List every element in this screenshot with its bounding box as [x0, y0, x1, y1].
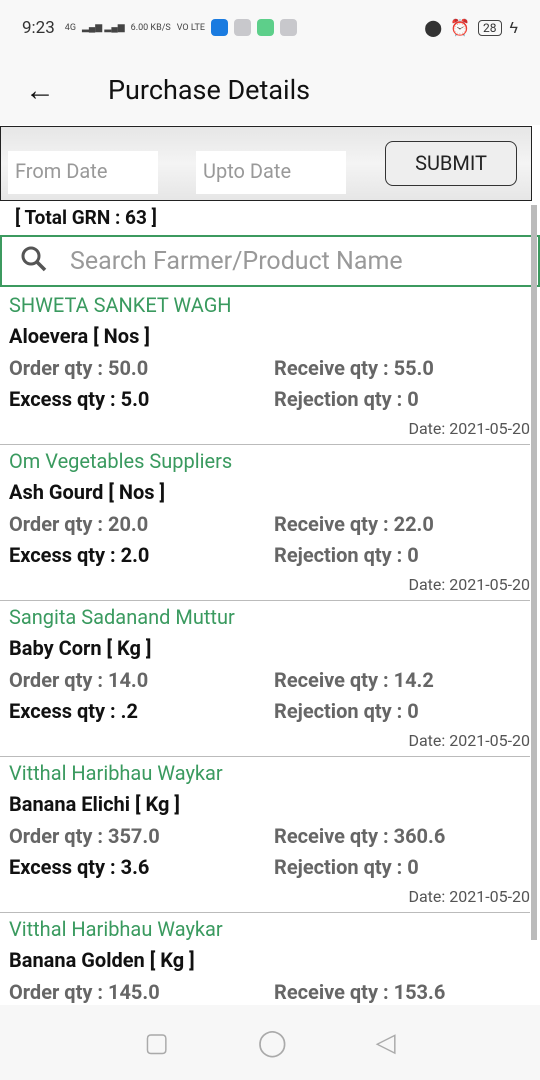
notification-icon — [233, 19, 251, 36]
farmer-name: Sangita Sadanand Muttur — [9, 605, 235, 629]
farmer-name: SHWETA SANKET WAGH — [9, 293, 232, 317]
alarm-icon: ⏰ — [450, 18, 471, 37]
farmer-name: Vitthal Haribhau Waykar — [9, 761, 223, 785]
signal-icon: ▂▄▆ ▂▄▆ — [81, 23, 125, 33]
search-input[interactable]: Search Farmer/Product Name — [0, 235, 540, 287]
search-placeholder: Search Farmer/Product Name — [70, 246, 403, 276]
rejection-qty: Rejection qty : 0 — [274, 543, 419, 567]
product-name: Banana Golden [ Kg ] — [9, 948, 195, 972]
farmer-name: Om Vegetables Suppliers — [9, 449, 233, 473]
rejection-qty: Rejection qty : 0 — [274, 855, 419, 879]
product-name: Baby Corn [ Kg ] — [9, 636, 152, 660]
app-bar: ← Purchase Details — [0, 55, 540, 125]
app-icon — [256, 19, 274, 36]
network-label: 4G — [64, 22, 76, 33]
back-icon[interactable]: ◁ — [376, 1028, 396, 1058]
usb-icon — [210, 19, 228, 36]
receive-qty: Receive qty : 360.6 — [274, 824, 446, 848]
purchase-list: SHWETA SANKET WAGH Aloevera [ Nos ] Orde… — [0, 289, 530, 1069]
system-nav-bar: ▢ ◯ ◁ — [0, 1005, 540, 1080]
page-title: Purchase Details — [108, 74, 311, 106]
home-icon[interactable]: ◯ — [258, 1028, 287, 1058]
status-bar: 9:23 4G ▂▄▆ ▂▄▆ 6.00 KB/S VO LTE ⬤ ⏰ 28 … — [0, 0, 540, 55]
order-qty: Order qty : 145.0 — [9, 980, 160, 1004]
farmer-name: Vitthal Haribhau Waykar — [9, 917, 223, 941]
submit-button[interactable]: SUBMIT — [385, 141, 517, 186]
excess-qty: Excess qty : .2 — [9, 699, 138, 723]
upto-date-input[interactable]: Upto Date — [196, 151, 346, 194]
location-icon: ⬤ — [424, 18, 443, 37]
rejection-qty: Rejection qty : 0 — [274, 699, 419, 723]
product-name: Aloevera [ Nos ] — [9, 324, 150, 348]
date-label: Date: 2021-05-20 — [408, 575, 530, 594]
clock: 9:23 — [22, 17, 55, 38]
receive-qty: Receive qty : 14.2 — [274, 668, 434, 692]
date-label: Date: 2021-05-20 — [408, 731, 530, 750]
list-item[interactable]: Om Vegetables Suppliers Ash Gourd [ Nos … — [0, 445, 530, 601]
date-label: Date: 2021-05-20 — [408, 419, 530, 438]
total-grn: [ Total GRN : 63 ] — [15, 206, 157, 229]
product-name: Ash Gourd [ Nos ] — [9, 480, 166, 504]
excess-qty: Excess qty : 2.0 — [9, 543, 150, 567]
speed-label: 6.00 KB/S — [130, 22, 171, 33]
scrollbar[interactable] — [531, 205, 537, 940]
order-qty: Order qty : 357.0 — [9, 824, 160, 848]
order-qty: Order qty : 14.0 — [9, 668, 149, 692]
receive-qty: Receive qty : 153.6 — [274, 980, 446, 1004]
from-date-input[interactable]: From Date — [8, 151, 158, 194]
date-label: Date: 2021-05-20 — [408, 887, 530, 906]
receive-qty: Receive qty : 55.0 — [274, 356, 434, 380]
product-name: Banana Elichi [ Kg ] — [9, 792, 180, 816]
excess-qty: Excess qty : 5.0 — [9, 387, 150, 411]
back-arrow-icon[interactable]: ← — [0, 73, 80, 108]
battery-icon: 28 — [478, 19, 502, 36]
order-qty: Order qty : 20.0 — [9, 512, 149, 536]
excess-qty: Excess qty : 3.6 — [9, 855, 150, 879]
list-item[interactable]: Vitthal Haribhau Waykar Banana Elichi [ … — [0, 757, 530, 913]
receive-qty: Receive qty : 22.0 — [274, 512, 434, 536]
list-item[interactable]: SHWETA SANKET WAGH Aloevera [ Nos ] Orde… — [0, 289, 530, 445]
order-qty: Order qty : 50.0 — [9, 356, 149, 380]
charging-icon: ϟ — [509, 17, 518, 37]
recents-icon[interactable]: ▢ — [144, 1028, 169, 1058]
storage-icon — [279, 19, 297, 36]
rejection-qty: Rejection qty : 0 — [274, 387, 419, 411]
volte-label: VO LTE — [176, 22, 205, 33]
search-icon — [2, 244, 66, 278]
date-filter-bar: From Date Upto Date SUBMIT — [0, 126, 532, 201]
list-item[interactable]: Sangita Sadanand Muttur Baby Corn [ Kg ]… — [0, 601, 530, 757]
